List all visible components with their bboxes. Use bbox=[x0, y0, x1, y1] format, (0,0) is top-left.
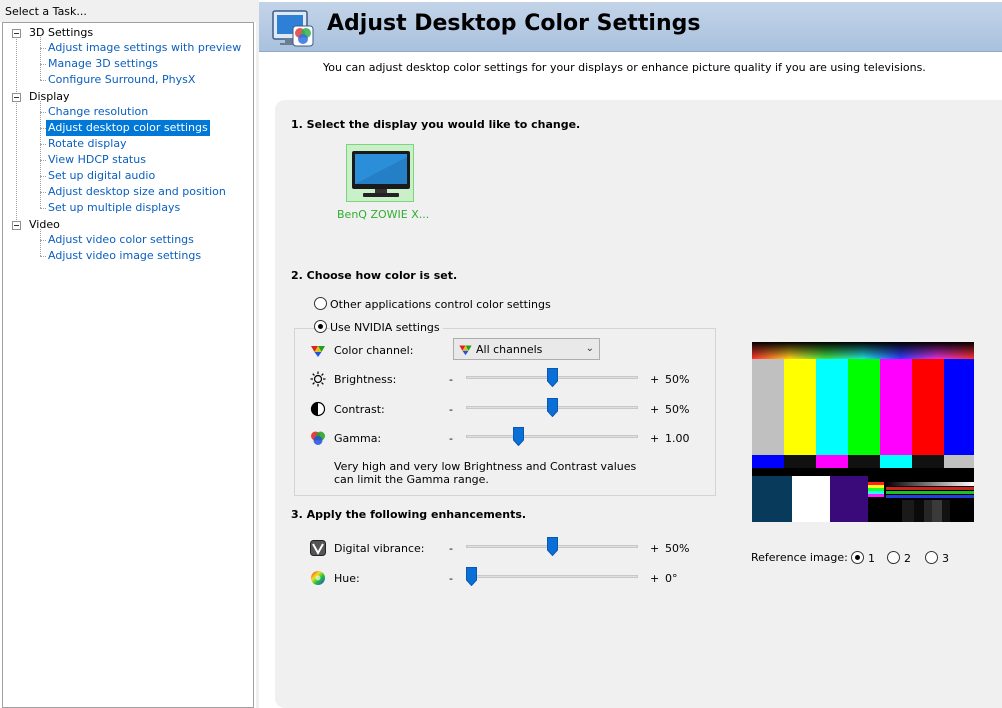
gamma-slider-track[interactable] bbox=[466, 435, 638, 438]
radio-other-applications[interactable] bbox=[314, 297, 327, 310]
tree-item-adjust-video-image[interactable]: Adjust video image settings bbox=[46, 248, 203, 264]
digital-vibrance-slider-thumb[interactable] bbox=[546, 537, 558, 556]
gamma-range-note: Very high and very low Brightness and Co… bbox=[334, 460, 637, 486]
color-channel-label: Color channel: bbox=[334, 344, 414, 357]
brightness-value: 50% bbox=[665, 373, 690, 386]
brightness-slider-thumb[interactable] bbox=[546, 368, 558, 387]
reference-radio-1[interactable] bbox=[851, 551, 864, 564]
reference-radio-2-label[interactable]: 2 bbox=[904, 552, 911, 565]
radio-other-applications-label[interactable]: Other applications control color setting… bbox=[330, 298, 551, 311]
hue-plus: + bbox=[650, 572, 660, 585]
tree-item-adjust-desktop-color[interactable]: Adjust desktop color settings bbox=[46, 120, 210, 136]
reference-radio-3-label[interactable]: 3 bbox=[942, 552, 949, 565]
tree-item-view-hdcp-status[interactable]: View HDCP status bbox=[46, 152, 148, 168]
color-channel-dropdown[interactable]: All channels ⌄ bbox=[453, 338, 600, 360]
reference-radio-3[interactable] bbox=[925, 551, 938, 564]
hue-slider-track[interactable] bbox=[466, 575, 638, 578]
collapse-toggle-display[interactable] bbox=[12, 93, 21, 102]
reference-test-pattern-image bbox=[752, 342, 974, 522]
chevron-down-icon: ⌄ bbox=[585, 343, 594, 354]
radio-use-nvidia-label[interactable]: Use NVIDIA settings bbox=[330, 321, 443, 334]
page-title: Adjust Desktop Color Settings bbox=[327, 11, 701, 36]
gamma-plus: + bbox=[650, 432, 660, 445]
tree-item-set-up-digital-audio[interactable]: Set up digital audio bbox=[46, 168, 157, 184]
brightness-label: Brightness: bbox=[334, 373, 397, 386]
hue-label: Hue: bbox=[334, 572, 360, 585]
tree-line bbox=[40, 229, 41, 256]
tree-item-set-up-multiple-displays[interactable]: Set up multiple displays bbox=[46, 200, 182, 216]
brightness-plus: + bbox=[650, 373, 660, 386]
contrast-label: Contrast: bbox=[334, 403, 385, 416]
color-channel-icon bbox=[311, 346, 325, 357]
collapse-toggle-video[interactable] bbox=[12, 221, 21, 230]
tree-item-adjust-image-settings[interactable]: Adjust image settings with preview bbox=[46, 40, 243, 56]
tree-item-configure-surround[interactable]: Configure Surround, PhysX bbox=[46, 72, 197, 88]
hue-slider-thumb[interactable] bbox=[466, 567, 477, 586]
task-tree[interactable]: 3D Settings Adjust image settings with p… bbox=[2, 22, 254, 708]
digital-vibrance-value: 50% bbox=[665, 542, 690, 555]
tree-item-rotate-display[interactable]: Rotate display bbox=[46, 136, 129, 152]
gamma-minus: - bbox=[449, 432, 453, 445]
page-banner: Adjust Desktop Color Settings bbox=[259, 2, 1002, 52]
section-select-display-title: 1. Select the display you would like to … bbox=[291, 118, 581, 131]
hue-minus: - bbox=[449, 572, 453, 585]
digital-vibrance-icon bbox=[310, 540, 326, 556]
gamma-label: Gamma: bbox=[334, 432, 382, 445]
contrast-icon bbox=[310, 401, 326, 417]
task-panel: Select a Task... 3D Settings Adjust imag… bbox=[0, 0, 256, 708]
radio-use-nvidia[interactable] bbox=[314, 320, 327, 333]
digital-vibrance-plus: + bbox=[650, 542, 660, 555]
brightness-icon bbox=[310, 371, 326, 387]
digital-vibrance-minus: - bbox=[449, 542, 453, 555]
section-color-method-title: 2. Choose how color is set. bbox=[291, 269, 458, 282]
reference-image-label: Reference image: bbox=[751, 551, 848, 564]
collapse-toggle-3d-settings[interactable] bbox=[12, 29, 21, 38]
tree-category-video[interactable]: Video bbox=[29, 217, 60, 233]
task-panel-header: Select a Task... bbox=[0, 0, 256, 22]
color-channel-value: All channels bbox=[476, 343, 543, 356]
gamma-value: 1.00 bbox=[665, 432, 690, 445]
digital-vibrance-label: Digital vibrance: bbox=[334, 542, 425, 555]
tree-category-display[interactable]: Display bbox=[29, 89, 70, 105]
reference-radio-1-label[interactable]: 1 bbox=[868, 552, 875, 565]
content-area: Adjust Desktop Color Settings You can ad… bbox=[259, 0, 1002, 708]
color-channel-icon bbox=[459, 345, 472, 356]
monitor-icon bbox=[352, 151, 410, 197]
page-subtitle: You can adjust desktop color settings fo… bbox=[323, 61, 926, 74]
hue-icon bbox=[311, 571, 325, 585]
gamma-icon bbox=[311, 431, 325, 445]
tree-line bbox=[40, 37, 41, 80]
tree-item-manage-3d-settings[interactable]: Manage 3D settings bbox=[46, 56, 160, 72]
gamma-slider-thumb[interactable] bbox=[512, 427, 524, 446]
contrast-plus: + bbox=[650, 403, 660, 416]
tree-category-3d-settings[interactable]: 3D Settings bbox=[29, 25, 93, 41]
hue-value: 0° bbox=[665, 572, 678, 585]
brightness-minus: - bbox=[449, 373, 453, 386]
display-tile[interactable] bbox=[346, 144, 414, 202]
display-name[interactable]: BenQ ZOWIE X... bbox=[337, 208, 429, 221]
contrast-value: 50% bbox=[665, 403, 690, 416]
desktop-color-icon bbox=[272, 10, 314, 47]
tree-item-change-resolution[interactable]: Change resolution bbox=[46, 104, 150, 120]
section-enhancements-title: 3. Apply the following enhancements. bbox=[291, 508, 527, 521]
reference-radio-2[interactable] bbox=[887, 551, 900, 564]
tree-line bbox=[16, 37, 17, 230]
tree-item-adjust-desktop-size[interactable]: Adjust desktop size and position bbox=[46, 184, 228, 200]
contrast-minus: - bbox=[449, 403, 453, 416]
tree-item-adjust-video-color[interactable]: Adjust video color settings bbox=[46, 232, 196, 248]
contrast-slider-thumb[interactable] bbox=[546, 398, 558, 417]
